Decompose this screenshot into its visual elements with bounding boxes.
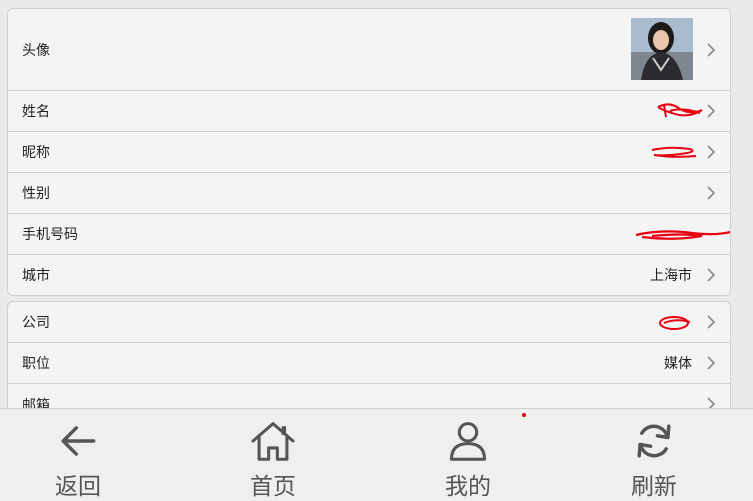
chevron-right-icon bbox=[707, 268, 716, 282]
nickname-row[interactable]: 昵称 bbox=[8, 132, 730, 173]
nickname-label: 昵称 bbox=[22, 145, 50, 161]
tab-mine-label: 我的 bbox=[445, 474, 491, 500]
redaction-scribble bbox=[651, 146, 697, 158]
city-row[interactable]: 城市 上海市 bbox=[8, 255, 730, 295]
position-label: 职位 bbox=[22, 356, 50, 372]
avatar-label: 头像 bbox=[22, 42, 50, 59]
tab-home[interactable]: 首页 bbox=[213, 409, 333, 501]
redaction-scribble bbox=[635, 230, 730, 240]
position-value: 媒体 bbox=[664, 356, 692, 372]
home-icon bbox=[251, 422, 295, 461]
avatar bbox=[631, 18, 693, 80]
gender-row[interactable]: 性别 bbox=[8, 173, 730, 214]
chevron-right-icon bbox=[707, 42, 716, 57]
name-row[interactable]: 姓名 bbox=[8, 91, 730, 132]
gender-label: 性别 bbox=[22, 186, 50, 202]
tab-refresh[interactable]: 刷新 bbox=[594, 409, 714, 501]
avatar-row[interactable]: 头像 bbox=[8, 9, 730, 91]
city-value: 上海市 bbox=[650, 268, 692, 284]
name-label: 姓名 bbox=[22, 104, 50, 120]
company-label: 公司 bbox=[22, 315, 50, 331]
company-row[interactable]: 公司 bbox=[8, 302, 730, 343]
tab-mine[interactable]: 我的 bbox=[408, 409, 528, 501]
tab-home-label: 首页 bbox=[250, 474, 296, 500]
phone-row[interactable]: 手机号码 bbox=[8, 214, 730, 255]
city-label: 城市 bbox=[22, 268, 50, 284]
chevron-right-icon bbox=[707, 145, 716, 159]
profile-group: 头像 姓名 昵称 性别 手机号码 城市 上海市 bbox=[7, 8, 731, 296]
red-dot bbox=[522, 413, 526, 417]
work-group: 公司 职位 媒体 邮箱 bbox=[7, 301, 731, 422]
tab-back[interactable]: 返回 bbox=[18, 409, 138, 501]
chevron-right-icon bbox=[707, 186, 716, 200]
chevron-right-icon bbox=[707, 315, 716, 329]
arrow-left-icon bbox=[61, 426, 96, 456]
chevron-right-icon bbox=[707, 356, 716, 370]
redaction-scribble bbox=[659, 316, 691, 330]
phone-label: 手机号码 bbox=[22, 227, 78, 243]
redaction-scribble bbox=[657, 103, 703, 118]
user-icon bbox=[449, 422, 487, 461]
tab-back-label: 返回 bbox=[55, 474, 101, 500]
chevron-right-icon bbox=[707, 104, 716, 118]
tab-refresh-label: 刷新 bbox=[631, 474, 677, 500]
position-row[interactable]: 职位 媒体 bbox=[8, 343, 730, 384]
bottom-tab-bar: 返回 首页 我的 刷新 bbox=[0, 408, 753, 501]
refresh-icon bbox=[637, 424, 671, 458]
